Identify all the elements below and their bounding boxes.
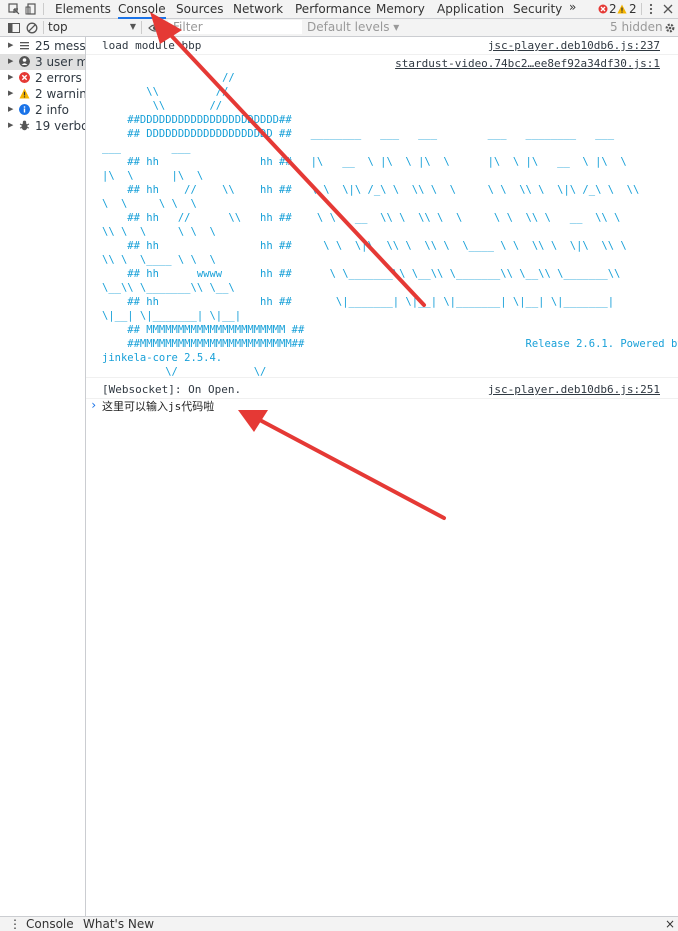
drawer-tab-bar: ⋮ Console What's New × (0, 916, 678, 931)
sidebar-item-label: 2 errors (35, 71, 82, 85)
sidebar-item-errors[interactable]: ▶ 2 errors (0, 70, 85, 86)
log-message: [Websocket]: On Open. jsc-player.deb10db… (86, 381, 678, 399)
drawer-tab-console[interactable]: Console (26, 917, 74, 931)
ascii-line: \ \ \ \ \ (102, 198, 197, 210)
sidebar-item-verbose[interactable]: ▶ 19 verbose (0, 118, 85, 134)
tab-separator (43, 3, 44, 15)
expand-arrow-icon[interactable]: ▶ (8, 41, 13, 49)
sidebar-item-label: 3 user messages (35, 55, 85, 69)
source-link[interactable]: jsc-player.deb10db6.js:237 (488, 39, 660, 52)
ascii-line: jinkela-core 2.5.4. (102, 352, 223, 364)
ascii-line: ##MMMMMMMMMMMMMMMMMMMMMMMM## Release 2.6… (102, 338, 678, 350)
sidebar-item-label: 2 info (35, 103, 69, 117)
ascii-line: |\ \ |\ \ (102, 170, 204, 182)
tab-security[interactable]: Security (513, 2, 562, 16)
warning-count[interactable]: 2 (629, 2, 637, 16)
more-options-icon[interactable] (648, 3, 654, 15)
log-levels-dropdown[interactable]: Default levels ▾ (307, 20, 399, 34)
list-icon (20, 42, 29, 50)
context-selector[interactable]: top ▼ (48, 20, 136, 34)
console-messages: load module bbp jsc-player.deb10db6.js:2… (86, 37, 678, 916)
tab-console[interactable]: Console (118, 2, 166, 19)
warning-icon (19, 88, 30, 99)
source-link[interactable]: stardust-video.74bc2…ee8ef92a34df30.js:1 (395, 57, 660, 70)
ascii-line: ___ ___ (102, 142, 191, 154)
prompt-chevron-icon: › (90, 398, 98, 412)
eye-icon[interactable] (148, 22, 162, 34)
sidebar-item-label: 25 messages (35, 39, 85, 53)
dropdown-arrow-icon: ▼ (129, 22, 136, 31)
ascii-line: ## hh hh ## \ \ \|\ \\ \ \\ \ \____ \ \ … (102, 240, 627, 252)
ascii-line: ## hh hh ## \|_______| \|__| \|_______| … (102, 296, 615, 308)
close-devtools-icon[interactable] (663, 3, 673, 15)
ascii-line: ## hh wwww hh ## \ \_______\\ \__\\ \___… (102, 268, 621, 280)
console-prompt[interactable]: › 这里可以输入js代码啦 (86, 398, 678, 414)
clear-console-icon[interactable] (26, 22, 38, 34)
source-link[interactable]: jsc-player.deb10db6.js:251 (488, 383, 660, 396)
console-sidebar: ▶ 25 messages ▶ 3 user messages ▶ 2 erro… (0, 37, 86, 916)
filter-input[interactable]: Filter (168, 20, 302, 34)
ascii-line: ##DDDDDDDDDDDDDDDDDDDDDD## (102, 114, 292, 126)
ascii-line: ## hh // \\ hh ## \ \ __ \\ \ \\ \ \ \ \… (102, 212, 621, 224)
expand-arrow-icon[interactable]: ▶ (8, 57, 13, 65)
tab-performance[interactable]: Performance (295, 2, 371, 16)
device-toolbar-icon[interactable] (25, 3, 37, 15)
hidden-count: 5 hidden (610, 20, 663, 34)
ascii-line: \\ \ \ \ \ \ (102, 226, 216, 238)
bug-icon (19, 120, 30, 131)
error-count[interactable]: 2 (609, 2, 617, 16)
toolbar-separator (141, 21, 142, 34)
ascii-line: \\ // (102, 100, 223, 112)
sidebar-item-warnings[interactable]: ▶ 2 warnings (0, 86, 85, 102)
ascii-line: ## hh hh ## |\ __ \ |\ \ |\ \ |\ \ |\ __… (102, 156, 627, 168)
expand-arrow-icon[interactable]: ▶ (8, 89, 13, 97)
expand-arrow-icon[interactable]: ▶ (8, 121, 13, 129)
inspect-element-icon[interactable] (8, 3, 20, 15)
ascii-line: \|__| \|_______| \|__| (102, 310, 242, 322)
console-input[interactable]: 这里可以输入js代码啦 (102, 398, 214, 414)
tab-network[interactable]: Network (233, 2, 283, 16)
log-text: load module bbp (102, 39, 202, 52)
user-icon (19, 56, 30, 67)
sidebar-item-info[interactable]: ▶ 2 info (0, 102, 85, 118)
ascii-line: ## MMMMMMMMMMMMMMMMMMMMMM ## (102, 324, 305, 336)
error-icon (19, 72, 30, 83)
more-tabs-button[interactable]: » (569, 0, 576, 14)
drawer-tab-whats-new[interactable]: What's New (83, 917, 154, 931)
info-icon (19, 104, 30, 115)
tab-application[interactable]: Application (437, 2, 504, 16)
tab-memory[interactable]: Memory (376, 2, 425, 16)
ascii-art-banner: // \\ // \\ // ##DDDDDDDDDDDDDDDDDDDDDD#… (102, 72, 678, 378)
sidebar-item-user-messages[interactable]: ▶ 3 user messages (0, 54, 85, 70)
ascii-line: \__\\ \_______\\ \__\ (102, 282, 235, 294)
ascii-line: // (102, 72, 235, 84)
sidebar-item-label: 19 verbose (35, 119, 85, 133)
error-icon[interactable] (598, 4, 608, 14)
context-value: top (48, 20, 68, 34)
expand-arrow-icon[interactable]: ▶ (8, 73, 13, 81)
close-drawer-icon[interactable]: × (665, 917, 675, 931)
ascii-line: \\ // (102, 86, 229, 98)
log-message: load module bbp jsc-player.deb10db6.js:2… (86, 37, 678, 55)
console-toolbar: top ▼ Filter Default levels ▾ 5 hidden (0, 19, 678, 37)
ascii-line: \/ \/ (102, 366, 267, 378)
sidebar-item-messages[interactable]: ▶ 25 messages (0, 38, 85, 54)
sidebar-toggle-icon[interactable] (8, 22, 20, 34)
ascii-line: ## hh // \\ hh ## \ \ \|\ /_\ \ \\ \ \ \… (102, 184, 640, 196)
drawer-menu-icon[interactable]: ⋮ (9, 917, 21, 931)
sidebar-item-label: 2 warnings (35, 87, 85, 101)
expand-arrow-icon[interactable]: ▶ (8, 105, 13, 113)
tab-sources[interactable]: Sources (176, 2, 223, 16)
ascii-line: \\ \ \____ \ \ \ (102, 254, 216, 266)
warning-icon[interactable] (617, 4, 627, 14)
settings-gear-icon[interactable] (664, 22, 676, 34)
ascii-line: ## DDDDDDDDDDDDDDDDDDDD ## ________ ___ … (102, 128, 615, 140)
tab-separator (641, 3, 642, 15)
devtools-tab-bar: Elements Console Sources Network Perform… (0, 0, 678, 19)
log-text: [Websocket]: On Open. (102, 383, 242, 396)
toolbar-separator (43, 21, 44, 34)
tab-elements[interactable]: Elements (55, 2, 111, 16)
